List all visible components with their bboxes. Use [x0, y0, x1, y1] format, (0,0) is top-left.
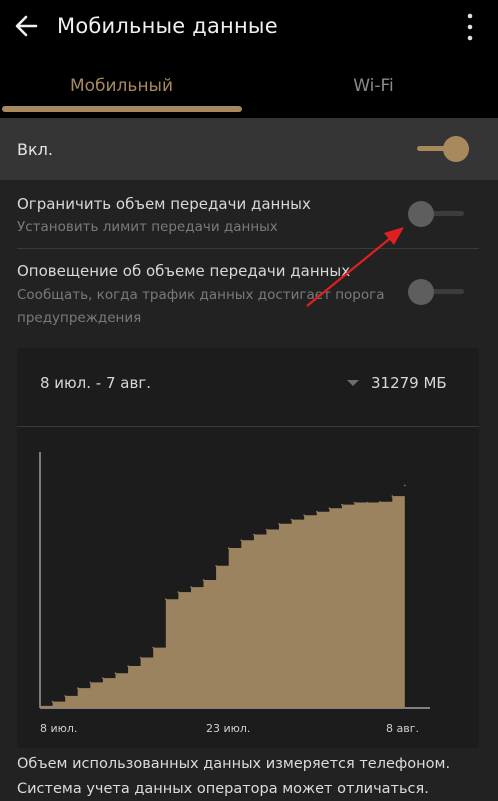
usage-point: [51, 700, 54, 703]
data-used-amount: 31279 МБ: [371, 374, 447, 392]
usage-point: [215, 565, 217, 567]
usage-point: [190, 586, 192, 588]
usage-point: [165, 598, 167, 600]
disclaimer-line1: Объем использованных данных измеряется т…: [17, 756, 451, 772]
divider: [17, 426, 479, 427]
app-bar: Мобильные данные Мобильный Wi-Fi: [0, 0, 498, 118]
usage-point: [404, 484, 406, 487]
x-tick-label: 23 июл.: [206, 722, 250, 735]
mobile-data-switch[interactable]: [413, 134, 473, 164]
usage-point: [240, 539, 243, 541]
usage-disclaimer: Объем использованных данных измеряется т…: [17, 752, 487, 801]
usage-point: [177, 591, 180, 593]
usage-point: [76, 687, 79, 689]
switch-thumb: [408, 201, 434, 227]
usage-point: [303, 514, 306, 517]
usage-point: [353, 501, 356, 504]
usage-point: [290, 518, 293, 521]
x-tick-label: 8 июл.: [40, 722, 77, 735]
usage-point: [341, 503, 343, 506]
tab-wifi[interactable]: Wi-Fi: [249, 76, 498, 112]
data-warning-switch[interactable]: [408, 277, 468, 307]
data-warning-subtitle-line2: предупреждения: [17, 310, 142, 326]
data-warning-title: Оповещение об объеме передачи данных: [17, 262, 351, 280]
usage-point: [114, 672, 117, 674]
usage-point: [265, 528, 268, 531]
divider: [17, 248, 479, 249]
usage-point: [253, 533, 255, 536]
data-limit-title: Ограничить объем передачи данных: [17, 195, 311, 213]
usage-point: [102, 677, 104, 679]
dropdown-arrow-icon[interactable]: [343, 373, 363, 393]
data-limit-subtitle: Установить лимит передачи данных: [17, 219, 278, 235]
mobile-data-toggle-row[interactable]: Вкл.: [0, 118, 498, 180]
data-warning-subtitle-line1: Сообщать, когда трафик данных достигает …: [17, 287, 385, 303]
usage-point: [278, 523, 280, 525]
usage-point: [202, 579, 205, 581]
switch-thumb: [408, 279, 434, 305]
usage-point: [127, 665, 129, 667]
usage-point: [366, 501, 368, 504]
usage-point: [152, 646, 154, 649]
usage-point: [139, 656, 142, 659]
usage-chart: 8 июл. 23 июл. 8 авг.: [39, 452, 430, 735]
data-limit-switch[interactable]: [408, 199, 468, 229]
usage-point: [378, 501, 381, 503]
arrow-back-icon[interactable]: [10, 10, 42, 42]
usage-point: [39, 705, 41, 707]
more-vert-icon[interactable]: [458, 10, 482, 44]
tab-indicator: [2, 106, 242, 112]
usage-point: [64, 695, 66, 697]
switch-thumb: [443, 136, 469, 162]
page-title: Мобильные данные: [57, 14, 278, 38]
usage-point: [328, 507, 331, 509]
disclaimer-line2: Система учета данных оператора может отл…: [17, 781, 429, 797]
usage-point: [316, 510, 318, 513]
usage-area: [40, 485, 405, 708]
usage-point: [391, 495, 394, 497]
x-tick-label: 8 авг.: [386, 722, 419, 735]
usage-point: [89, 681, 92, 684]
billing-period[interactable]: 8 июл. - 7 авг.: [40, 374, 151, 392]
usage-point: [227, 547, 230, 549]
mobile-data-toggle-label: Вкл.: [17, 140, 53, 159]
